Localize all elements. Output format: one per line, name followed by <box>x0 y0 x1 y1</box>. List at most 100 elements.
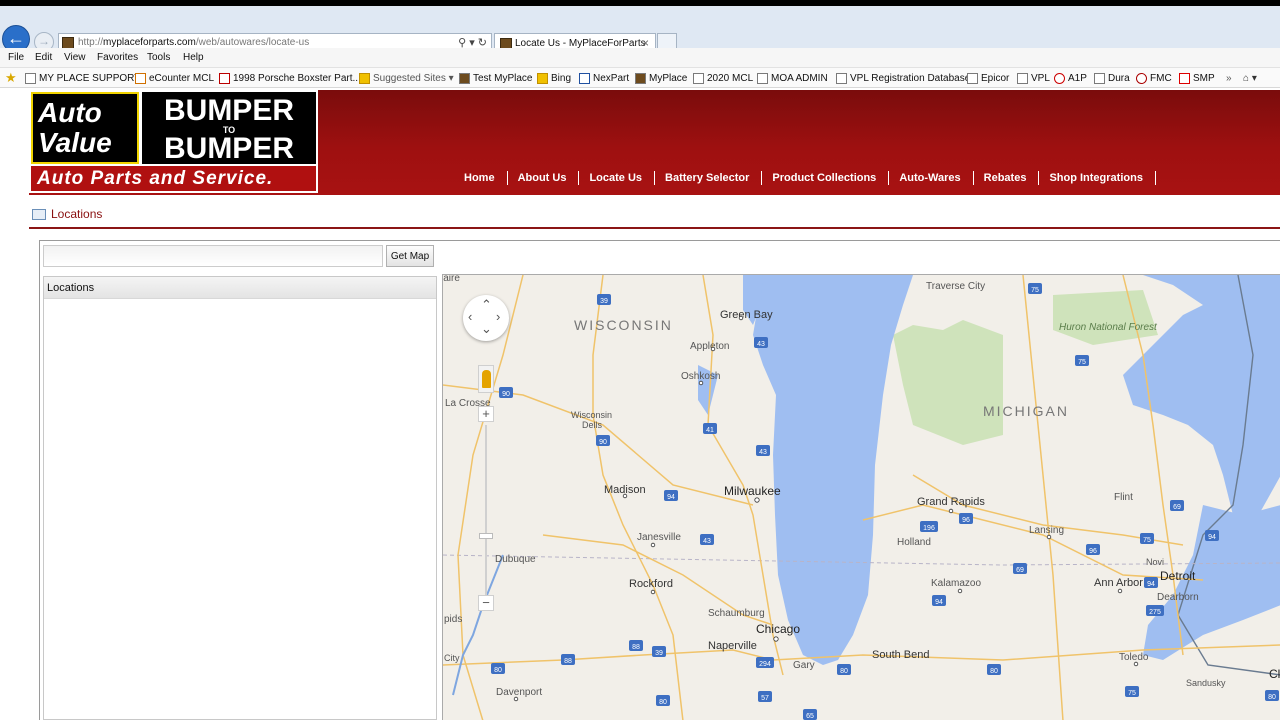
favorite-link[interactable]: Dura <box>1094 71 1130 85</box>
svg-text:65: 65 <box>806 713 814 720</box>
highway-shield: 75 <box>1028 283 1042 294</box>
map-canvas[interactable]: WISCONSIN MICHIGAN Huron National Forest… <box>443 275 1280 720</box>
menu-bar: File Edit View Favorites Tools Help <box>0 48 1280 68</box>
city-label: Gary <box>793 660 815 671</box>
highway-shield: 90 <box>596 435 610 446</box>
highway-shield: 94 <box>1144 577 1158 588</box>
get-map-button[interactable]: Get Map <box>386 245 434 267</box>
highway-shield: 275 <box>1146 605 1164 616</box>
svg-text:69: 69 <box>1173 504 1181 511</box>
auto-value-logo: Auto Value <box>31 92 139 164</box>
favorite-link[interactable]: Bing <box>537 71 571 85</box>
favorite-link[interactable]: FMC <box>1136 71 1172 85</box>
zoom-slider-track[interactable] <box>485 425 487 595</box>
city-dot <box>1117 588 1123 594</box>
park-label: Huron National Forest <box>1059 322 1158 333</box>
nav-home[interactable]: Home <box>454 171 508 185</box>
city-dot <box>1046 534 1052 540</box>
highway-shield: 43 <box>754 337 768 348</box>
svg-text:80: 80 <box>990 668 998 675</box>
main-nav: Home About Us Locate Us Battery Selector… <box>454 171 1156 185</box>
pan-up-icon[interactable]: ⌃ <box>481 297 492 313</box>
highway-shield: 94 <box>664 490 678 501</box>
favorite-link[interactable]: 2020 MCL <box>693 71 753 85</box>
city-dot <box>513 696 519 702</box>
favorite-link[interactable]: MY PLACE SUPPORT <box>25 71 140 85</box>
favorite-link[interactable]: Epicor <box>967 71 1009 85</box>
favorite-link[interactable]: Test MyPlace <box>459 71 532 85</box>
favorites-star-icon[interactable]: ★ <box>5 70 17 86</box>
menu-tools[interactable]: Tools <box>147 52 170 63</box>
favorite-link[interactable]: MyPlace <box>635 71 687 85</box>
menu-file[interactable]: File <box>8 52 24 63</box>
svg-text:80: 80 <box>659 699 667 706</box>
locations-icon <box>32 208 46 220</box>
nav-locate-us[interactable]: Locate Us <box>579 171 656 185</box>
bing-icon <box>359 72 370 84</box>
address-url: http://myplaceforparts.com/web/autowares… <box>78 37 310 48</box>
map-view[interactable]: WISCONSIN MICHIGAN Huron National Forest… <box>442 274 1280 720</box>
zoom-out-button[interactable]: − <box>478 595 494 611</box>
favorite-link[interactable]: eCounter MCL <box>135 71 214 85</box>
highway-shield: 80 <box>491 663 505 674</box>
highway-shield: 80 <box>656 695 670 706</box>
highway-shield: 41 <box>703 423 717 434</box>
page-icon <box>135 72 146 84</box>
city-dot <box>698 380 704 386</box>
city-label: Oshkosh <box>681 371 720 382</box>
page-icon <box>219 72 230 84</box>
pan-down-icon[interactable]: ⌄ <box>481 321 492 337</box>
page-icon <box>579 72 590 84</box>
home-icon[interactable]: ⌂ ▾ <box>1243 71 1257 85</box>
smp-icon <box>1179 72 1190 84</box>
page-icon <box>1094 72 1105 84</box>
menu-view[interactable]: View <box>64 52 86 63</box>
logo-tagline: Auto Parts and Service. <box>31 166 316 191</box>
highway-shield: 43 <box>700 534 714 545</box>
svg-text:69: 69 <box>1016 567 1024 574</box>
city-label: Wisconsin <box>571 410 612 420</box>
nav-shop-integrations[interactable]: Shop Integrations <box>1039 171 1156 185</box>
nav-rebates[interactable]: Rebates <box>974 171 1040 185</box>
city-label: Green Bay <box>720 309 773 321</box>
street-view-pegman-icon[interactable] <box>478 365 494 393</box>
city-label: Lansing <box>1029 525 1064 536</box>
nav-auto-wares[interactable]: Auto-Wares <box>889 171 974 185</box>
site-logo[interactable]: Auto Value BUMPER TO BUMPER Auto Parts and … <box>29 90 318 193</box>
menu-edit[interactable]: Edit <box>35 52 52 63</box>
menu-help[interactable]: Help <box>183 52 204 63</box>
browser-chrome: ← → http://myplaceforparts.com/web/autow… <box>0 6 1280 54</box>
zoom-in-button[interactable]: + <box>478 406 494 422</box>
nav-about-us[interactable]: About Us <box>508 171 580 185</box>
svg-text:94: 94 <box>935 599 943 606</box>
favorites-overflow-icon[interactable]: » <box>1226 71 1232 85</box>
favorite-link[interactable]: VPL Registration Database <box>836 71 970 85</box>
menu-favorites[interactable]: Favorites <box>97 52 138 63</box>
nav-product-collections[interactable]: Product Collections <box>762 171 890 185</box>
city-label: Cl <box>1269 667 1280 681</box>
city-dot <box>1133 661 1139 667</box>
page-icon <box>635 72 646 84</box>
favorite-link[interactable]: 1998 Porsche Boxster Part... <box>219 71 361 85</box>
nav-battery-selector[interactable]: Battery Selector <box>655 171 763 185</box>
favorite-link[interactable]: MOA ADMIN <box>757 71 828 85</box>
city-label: Davenport <box>496 687 542 698</box>
favorite-link[interactable]: NexPart <box>579 71 629 85</box>
city-label: Toledo <box>1119 652 1149 663</box>
city-dot <box>773 636 779 642</box>
pan-left-icon[interactable]: ‹ <box>468 309 472 324</box>
favorite-link[interactable]: SMP <box>1179 71 1215 85</box>
a1p-icon <box>1054 72 1065 84</box>
pan-right-icon[interactable]: › <box>496 309 500 324</box>
favorite-link[interactable]: VPL <box>1017 71 1050 85</box>
location-search-input[interactable] <box>43 245 383 267</box>
favorite-link[interactable]: A1P <box>1054 71 1087 85</box>
highway-shield: 65 <box>803 709 817 720</box>
svg-text:94: 94 <box>1208 534 1216 541</box>
map-pan-control[interactable]: ⌃ ⌄ ‹ › <box>463 295 509 341</box>
city-label: Detroit <box>1160 569 1196 583</box>
bumper-to-bumper-logo: BUMPER TO BUMPER <box>142 92 316 164</box>
svg-text:57: 57 <box>761 695 769 702</box>
favorite-link[interactable]: Suggested Sites ▾ <box>359 71 454 85</box>
zoom-slider-handle[interactable] <box>479 533 493 539</box>
